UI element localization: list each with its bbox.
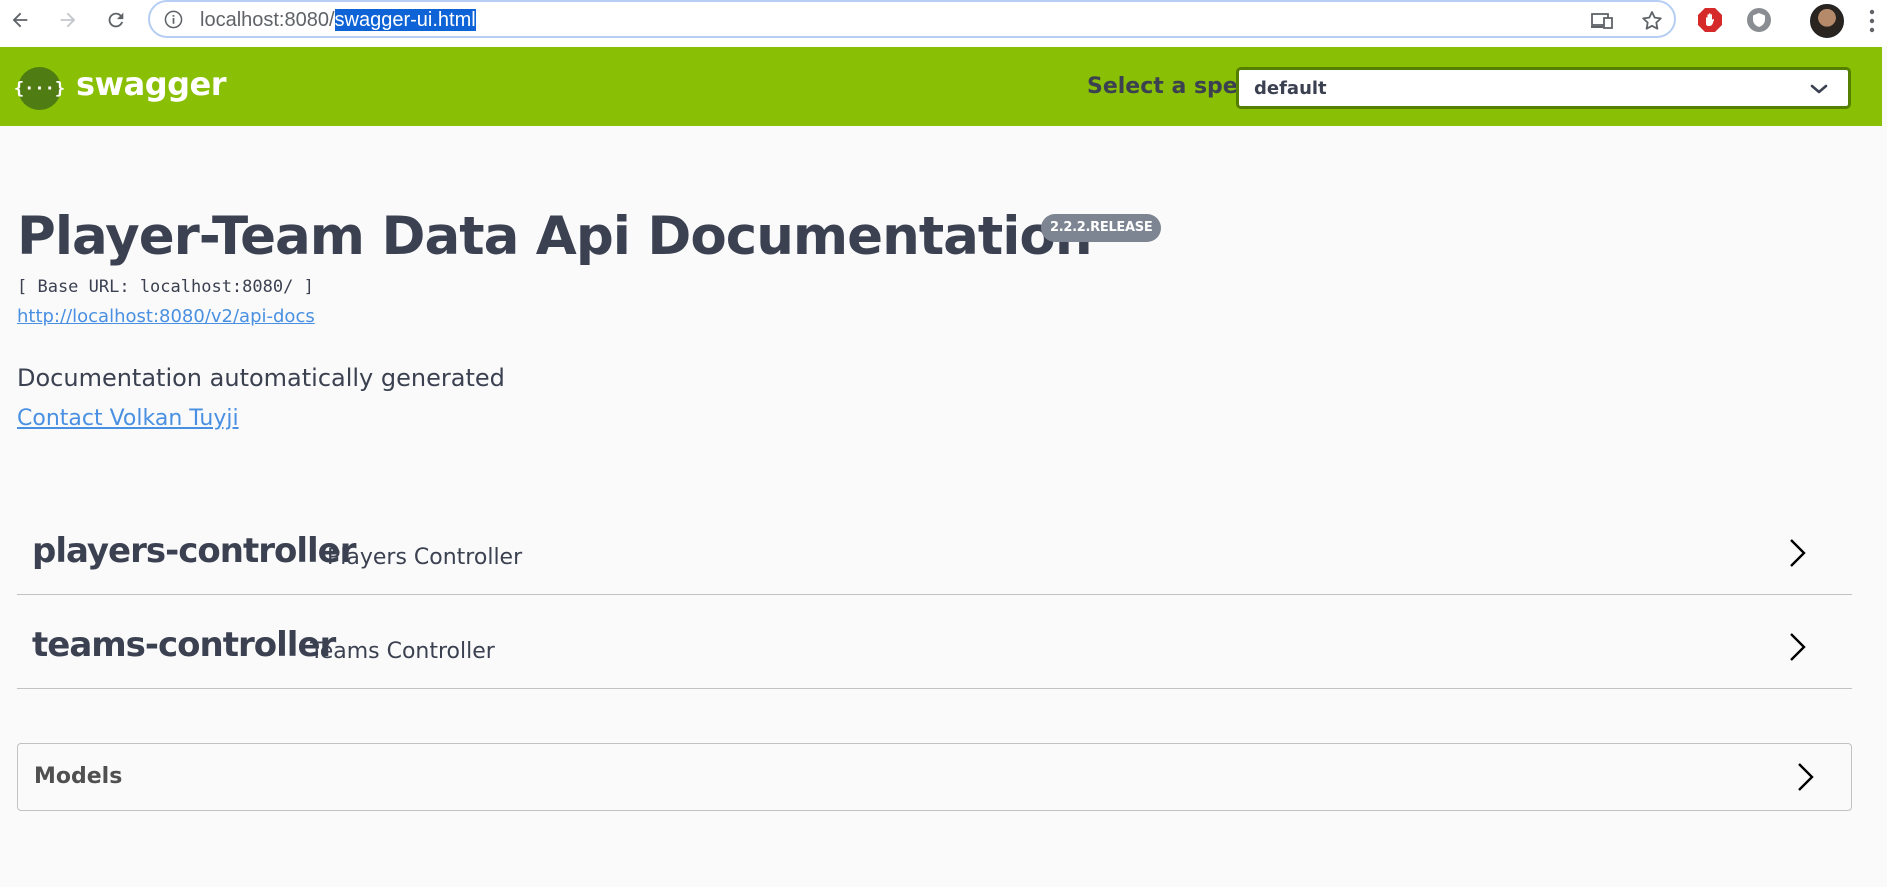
cast-device-icon[interactable] bbox=[1590, 9, 1614, 33]
back-arrow-icon bbox=[12, 12, 28, 28]
contact-link[interactable]: Contact Volkan Tuyji bbox=[17, 406, 239, 431]
info-icon[interactable] bbox=[164, 10, 183, 29]
chevron-right-icon[interactable] bbox=[1787, 631, 1807, 663]
tag-teams-controller[interactable]: teams-controller Teams Controller bbox=[17, 613, 1852, 689]
spec-select-value: default bbox=[1254, 78, 1327, 99]
back-button[interactable] bbox=[6, 6, 34, 34]
api-title: Player-Team Data Api Documentation bbox=[17, 206, 1093, 267]
models-title: Models bbox=[34, 764, 123, 789]
tag-name: teams-controller bbox=[32, 625, 336, 665]
adblock-extension-icon[interactable] bbox=[1697, 7, 1723, 33]
profile-avatar[interactable] bbox=[1810, 4, 1844, 38]
select-spec-label: Select a spec bbox=[1087, 74, 1251, 99]
reload-icon bbox=[108, 12, 124, 28]
tag-players-controller[interactable]: players-controller Players Controller bbox=[17, 519, 1852, 595]
browser-menu-icon[interactable] bbox=[1868, 8, 1876, 34]
shield-extension-icon[interactable] bbox=[1746, 7, 1772, 33]
base-url: [ Base URL: localhost:8080/ ] bbox=[17, 277, 314, 297]
url-text[interactable]: localhost:8080/swagger-ui.html bbox=[200, 8, 476, 32]
swagger-topbar: {···} swagger Select a spec default bbox=[0, 47, 1882, 126]
chevron-down-icon bbox=[1810, 84, 1828, 94]
forward-arrow-icon bbox=[60, 12, 76, 28]
api-description: Documentation automatically generated bbox=[17, 364, 505, 392]
version-badge: 2.2.2.RELEASE bbox=[1041, 214, 1162, 242]
chevron-right-icon[interactable] bbox=[1795, 761, 1815, 793]
swagger-logo-icon[interactable]: {···} bbox=[14, 67, 65, 110]
forward-button[interactable] bbox=[54, 6, 82, 34]
tag-name: players-controller bbox=[32, 531, 356, 571]
url-host: localhost:8080/ bbox=[200, 9, 335, 31]
tag-description: Players Controller bbox=[327, 545, 523, 570]
bookmark-star-icon[interactable] bbox=[1640, 9, 1664, 33]
browser-toolbar: localhost:8080/swagger-ui.html bbox=[0, 0, 1887, 47]
url-path-selected: swagger-ui.html bbox=[334, 9, 476, 31]
swagger-brand-text[interactable]: swagger bbox=[76, 65, 227, 103]
spec-select[interactable]: default bbox=[1236, 67, 1851, 109]
address-bar[interactable]: localhost:8080/swagger-ui.html bbox=[148, 0, 1676, 38]
api-docs-link[interactable]: http://localhost:8080/v2/api-docs bbox=[17, 306, 315, 327]
tag-description: Teams Controller bbox=[310, 639, 495, 664]
models-section[interactable]: Models bbox=[17, 743, 1852, 811]
chevron-right-icon[interactable] bbox=[1787, 537, 1807, 569]
reload-button[interactable] bbox=[102, 6, 130, 34]
